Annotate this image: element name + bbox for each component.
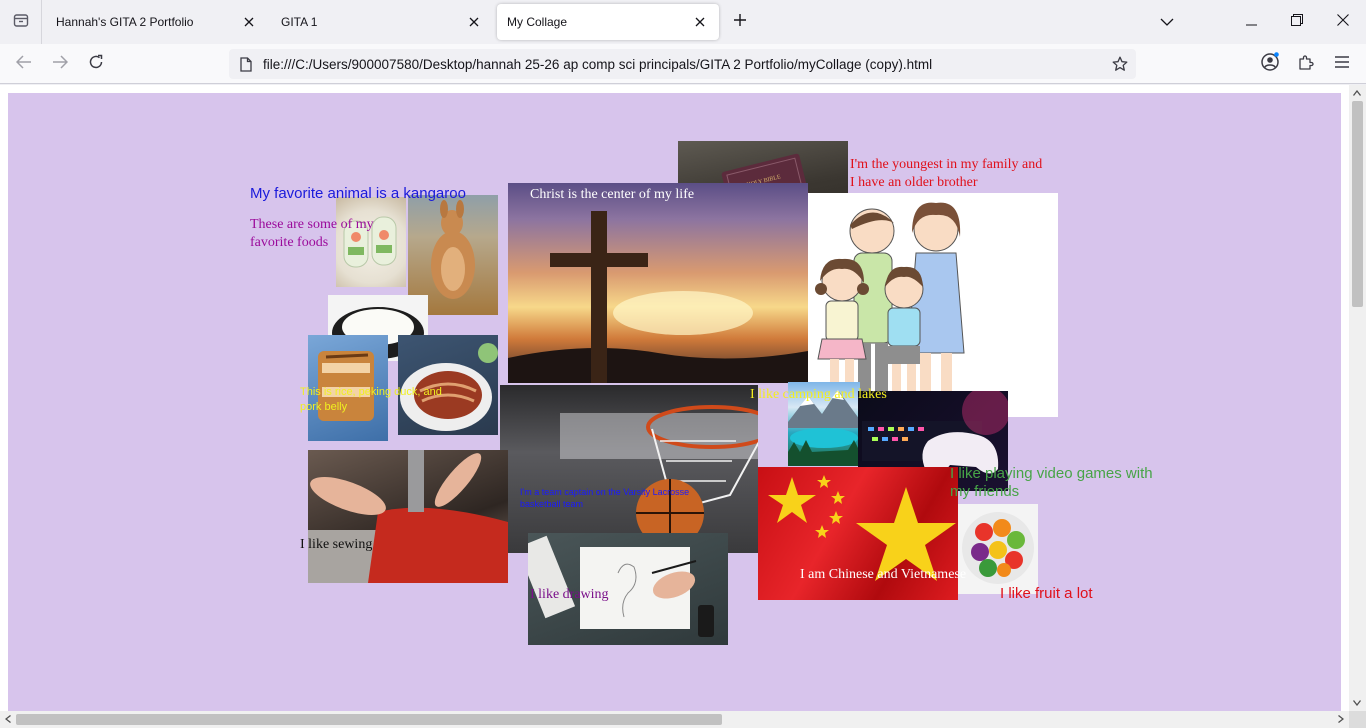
tab-list-button[interactable] (0, 0, 42, 44)
vertical-scroll-thumb[interactable] (1352, 101, 1363, 307)
forward-arrow-icon (52, 54, 69, 74)
minimize-icon (1245, 13, 1257, 31)
tab-title: My Collage (507, 15, 568, 29)
tab-title: Hannah's GITA 2 Portfolio (56, 15, 194, 29)
horizontal-scrollbar[interactable] (0, 711, 1349, 728)
camping-caption: I like camping and lakes (750, 387, 887, 402)
chevron-down-icon (1160, 13, 1174, 31)
scroll-down-icon[interactable] (1349, 695, 1365, 711)
basketball-hoop-image (500, 385, 758, 553)
forward-button[interactable] (46, 50, 74, 78)
scroll-right-icon[interactable] (1333, 711, 1349, 727)
christ-caption: Christ is the center of my life (530, 187, 695, 202)
tab-gita-1[interactable]: GITA 1 (271, 4, 493, 40)
tab-my-collage[interactable]: My Collage (497, 4, 719, 40)
video-games-caption: I like playing video games with my frien… (950, 465, 1153, 500)
navigation-toolbar: file:///C:/Users/900007580/Desktop/hanna… (0, 44, 1366, 84)
cross-sunset-image (508, 183, 808, 383)
rice-duck-caption: This is rice, peking duck, and pork bell… (300, 386, 442, 413)
minimize-button[interactable] (1228, 0, 1274, 44)
heritage-caption: I am Chinese and Vietnamese (800, 567, 967, 582)
back-arrow-icon (15, 54, 32, 74)
new-tab-button[interactable] (728, 10, 752, 34)
page-viewport: HOLY BIBLE My favorite animal is a kanga… (0, 85, 1349, 711)
drawing-caption: I like drawing (530, 587, 609, 602)
reload-icon (88, 54, 104, 75)
sewing-caption: I like sewing (300, 537, 373, 552)
url-text[interactable]: file:///C:/Users/900007580/Desktop/hanna… (263, 57, 1104, 72)
fruit-bowl-image (958, 504, 1038, 594)
account-icon (1260, 51, 1280, 77)
scrollbar-corner (1349, 711, 1366, 728)
favorite-foods-caption: These are some of my favorite foods (250, 217, 374, 250)
plus-icon (733, 13, 747, 32)
fruit-caption: I like fruit a lot (1000, 585, 1093, 602)
scroll-left-icon[interactable] (0, 711, 16, 727)
tab-list-icon (13, 12, 29, 33)
close-window-button[interactable] (1320, 0, 1366, 44)
close-icon[interactable] (465, 13, 483, 31)
hamburger-menu-icon (1335, 55, 1349, 73)
restore-icon (1291, 13, 1303, 31)
page-icon (229, 56, 263, 72)
extensions-button[interactable] (1292, 50, 1320, 78)
basketball-caption: I'm a team captain on the Varsity Lacros… (520, 487, 690, 509)
kangaroo-caption: My favorite animal is a kangaroo (250, 185, 466, 202)
account-button[interactable] (1256, 50, 1284, 78)
back-button[interactable] (10, 50, 38, 78)
reload-button[interactable] (82, 50, 110, 78)
tab-bar: Hannah's GITA 2 Portfolio GITA 1 My Coll… (0, 0, 1366, 44)
sewing-image (308, 450, 508, 583)
close-icon[interactable] (691, 13, 709, 31)
close-icon (1337, 13, 1349, 31)
tab-hannahs-gita-2-portfolio[interactable]: Hannah's GITA 2 Portfolio (46, 4, 268, 40)
menu-button[interactable] (1328, 50, 1356, 78)
close-icon[interactable] (240, 13, 258, 31)
star-icon[interactable] (1104, 56, 1136, 72)
vertical-scrollbar[interactable] (1349, 85, 1366, 711)
scroll-up-icon[interactable] (1349, 85, 1365, 101)
address-bar[interactable]: file:///C:/Users/900007580/Desktop/hanna… (229, 49, 1136, 79)
horizontal-scroll-thumb[interactable] (16, 714, 722, 725)
puzzle-icon (1298, 54, 1314, 75)
tab-title: GITA 1 (281, 15, 318, 29)
family-caption: I'm the youngest in my family and I have… (850, 157, 1043, 190)
list-all-tabs-button[interactable] (1144, 0, 1190, 44)
restore-button[interactable] (1274, 0, 1320, 44)
